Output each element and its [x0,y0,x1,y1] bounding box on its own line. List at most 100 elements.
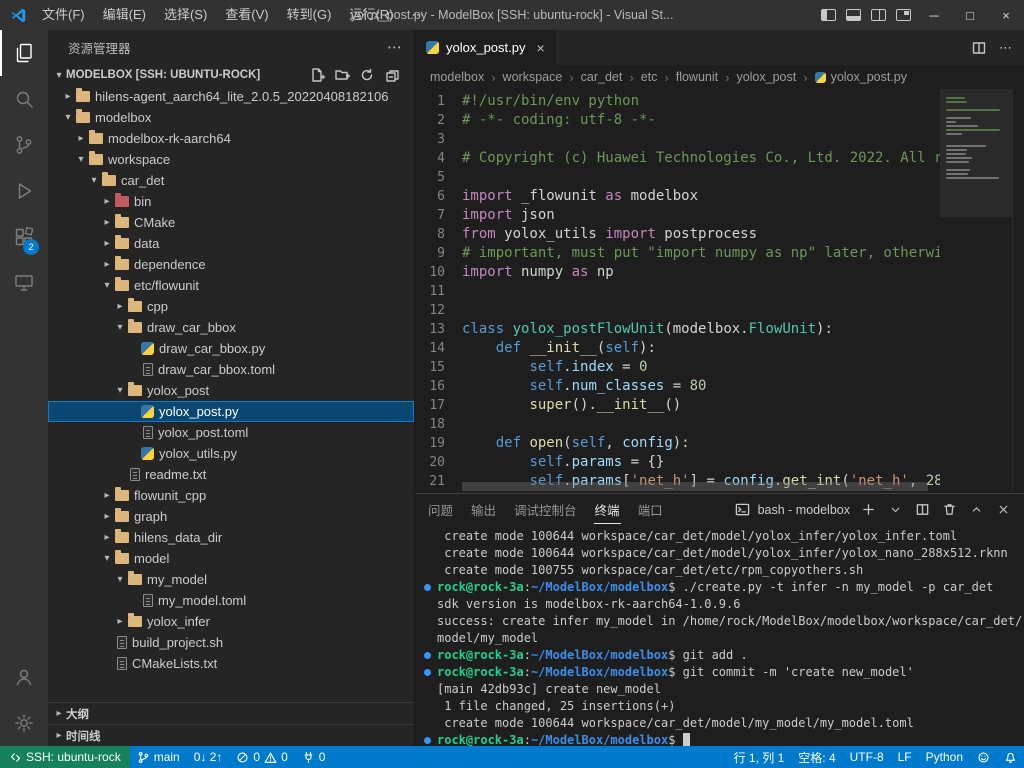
tree-item-draw-car-bbox[interactable]: ▾draw_car_bbox [48,317,414,338]
toggle-sidebar-icon[interactable] [821,9,836,21]
vertical-scrollbar[interactable] [1012,89,1024,493]
encoding[interactable]: UTF-8 [843,746,891,768]
toggle-panel-icon[interactable] [846,9,861,21]
branch-indicator[interactable]: main [130,746,187,768]
tab-problems[interactable]: 问题 [427,495,454,524]
tree-item-build-project-sh[interactable]: build_project.sh [48,632,414,653]
breadcrumb-file[interactable]: yolox_post.py [815,70,907,84]
code-line[interactable]: 20 self.params = {} [415,453,940,472]
tab-debug-console[interactable]: 调试控制台 [513,495,578,524]
notifications-bell-icon[interactable] [997,746,1024,768]
more-actions-icon[interactable]: ⋯ [999,40,1012,56]
tree-item-bin[interactable]: ▸bin [48,191,414,212]
tree-item-modelbox-rk-aarch64[interactable]: ▸modelbox-rk-aarch64 [48,128,414,149]
menu-file[interactable]: 文件(F) [33,0,94,30]
run-debug-icon[interactable] [0,168,48,214]
code-area[interactable]: 1#!/usr/bin/env python2# -*- coding: utf… [415,89,940,493]
menu-edit[interactable]: 编辑(E) [94,0,155,30]
tree-item-workspace[interactable]: ▾workspace [48,149,414,170]
tree-item-graph[interactable]: ▸graph [48,506,414,527]
tab-yolox-post-py[interactable]: yolox_post.py × [415,30,556,65]
tree-item-dependence[interactable]: ▸dependence [48,254,414,275]
tree-item-yolox-utils-py[interactable]: yolox_utils.py [48,443,414,464]
ports-indicator[interactable]: 0 [295,746,333,768]
tab-terminal[interactable]: 终端 [594,495,621,524]
tree-item-yolox-post-toml[interactable]: yolox_post.toml [48,422,414,443]
code-line[interactable]: 11 [415,282,940,301]
code-line[interactable]: 5 [415,168,940,187]
menu-go[interactable]: 转到(G) [278,0,341,30]
tab-output[interactable]: 输出 [470,495,497,524]
tree-item-cpp[interactable]: ▸cpp [48,296,414,317]
code-line[interactable]: 17 super().__init__() [415,396,940,415]
remote-indicator[interactable]: SSH: ubuntu-rock [0,746,130,768]
code-line[interactable]: 8from yolox_utils import postprocess [415,225,940,244]
code-line[interactable]: 14 def __init__(self): [415,339,940,358]
code-line[interactable]: 6import _flowunit as modelbox [415,187,940,206]
sync-indicator[interactable]: 0↓ 2↑ [187,746,230,768]
tree-item-hilens-agent-aarch64-lite-2-0-5-20220408182106[interactable]: ▸hilens-agent_aarch64_lite_2.0.5_2022040… [48,86,414,107]
code-line[interactable]: 7import json [415,206,940,225]
eol-sequence[interactable]: LF [891,746,919,768]
horizontal-scrollbar[interactable] [462,482,928,491]
tree-item-yolox-post[interactable]: ▾yolox_post [48,380,414,401]
breadcrumb-item[interactable]: yolox_post [736,70,796,84]
toggle-secondary-sidebar-icon[interactable] [871,9,886,21]
breadcrumb-item[interactable]: workspace [503,70,563,84]
language-mode[interactable]: Python [919,746,970,768]
terminal-picker[interactable]: bash - modelbox [734,501,850,519]
feedback-icon[interactable] [970,746,997,768]
command-decoration-icon[interactable] [424,737,431,744]
explorer-section-header[interactable]: ▾ MODELBOX [SSH: UBUNTU-ROCK] [48,64,414,86]
tree-item-my-model-toml[interactable]: my_model.toml [48,590,414,611]
maximize-panel-icon[interactable] [967,501,985,519]
command-decoration-icon[interactable] [424,652,431,659]
tree-item-model[interactable]: ▾model [48,548,414,569]
menu-run[interactable]: 运行(R) [340,0,402,30]
code-line[interactable]: 15 self.index = 0 [415,358,940,377]
code-editor[interactable]: 1#!/usr/bin/env python2# -*- coding: utf… [415,89,1024,493]
maximize-button[interactable]: □ [952,0,988,30]
close-tab-icon[interactable]: × [537,40,545,56]
tree-item-flowunit-cpp[interactable]: ▸flowunit_cpp [48,485,414,506]
tab-ports[interactable]: 端口 [637,495,664,524]
terminal-output[interactable]: create mode 100644 workspace/car_det/mod… [415,525,1024,746]
minimap[interactable] [940,89,1012,493]
tree-item-yolox-infer[interactable]: ▸yolox_infer [48,611,414,632]
tree-item-readme-txt[interactable]: readme.txt [48,464,414,485]
explorer-icon[interactable] [0,30,48,76]
breadcrumb-item[interactable]: flowunit [676,70,718,84]
outline-section[interactable]: ▸ 大纲 [48,702,414,724]
timeline-section[interactable]: ▸ 时间线 [48,724,414,746]
account-icon[interactable] [0,654,48,700]
minimize-button[interactable]: ─ [916,0,952,30]
source-control-icon[interactable] [0,122,48,168]
indentation[interactable]: 空格: 4 [791,746,842,768]
cursor-position[interactable]: 行 1, 列 1 [727,746,792,768]
tree-item-draw-car-bbox-py[interactable]: draw_car_bbox.py [48,338,414,359]
problems-indicator[interactable]: 0 0 [229,746,294,768]
code-line[interactable]: 2# -*- coding: utf-8 -*- [415,111,940,130]
more-actions-icon[interactable]: ⋯ [387,38,402,56]
tree-item-etc-flowunit[interactable]: ▾etc/flowunit [48,275,414,296]
split-editor-icon[interactable] [971,40,987,56]
refresh-icon[interactable] [359,67,375,83]
code-line[interactable]: 10import numpy as np [415,263,940,282]
terminal-dropdown-icon[interactable] [886,501,904,519]
menu-selection[interactable]: 选择(S) [155,0,216,30]
close-panel-icon[interactable] [994,501,1012,519]
tree-item-yolox-post-py[interactable]: yolox_post.py [48,401,414,422]
code-line[interactable]: 9# important, must put "import numpy as … [415,244,940,263]
code-line[interactable]: 18 [415,415,940,434]
tree-item-car-det[interactable]: ▾car_det [48,170,414,191]
code-line[interactable]: 4# Copyright (c) Huawei Technologies Co.… [415,149,940,168]
tree-item-modelbox[interactable]: ▾modelbox [48,107,414,128]
search-icon[interactable] [0,76,48,122]
collapse-all-icon[interactable] [384,67,400,83]
code-line[interactable]: 3 [415,130,940,149]
new-folder-icon[interactable] [334,67,350,83]
command-decoration-icon[interactable] [424,669,431,676]
tree-item-data[interactable]: ▸data [48,233,414,254]
tree-item-draw-car-bbox-toml[interactable]: draw_car_bbox.toml [48,359,414,380]
code-line[interactable]: 12 [415,301,940,320]
